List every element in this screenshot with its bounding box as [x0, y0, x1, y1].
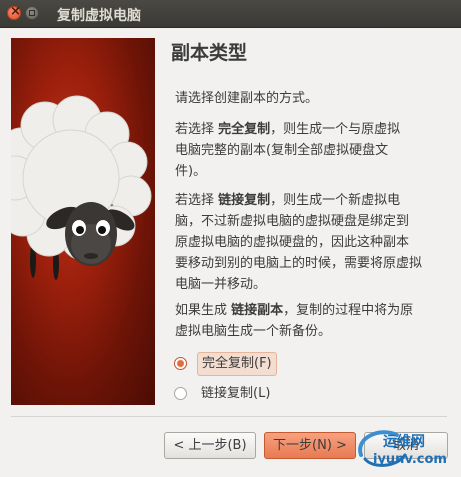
linked-clone-line2: 脑，不过新虚拟电脑的虚拟硬盘是绑定到	[175, 214, 410, 229]
title-bar: 复制虚拟电脑	[0, 0, 461, 28]
back-button[interactable]: < 上一步(B)	[164, 432, 256, 459]
sheep-artwork	[11, 38, 155, 405]
watermark-logo: 运维网 iyunv.com	[353, 425, 459, 473]
intro-text: 请选择创建副本的方式。	[175, 91, 319, 106]
radio-unselected-icon[interactable]	[174, 387, 187, 400]
full-clone-label[interactable]: 完全复制(F)	[197, 352, 277, 376]
radio-selected-icon[interactable]	[174, 357, 187, 370]
full-clone-description: 若选择 完全复制，则生成一个与原虚拟 电脑完整的副本(复制全部虚拟硬盘文 件)。	[175, 119, 447, 182]
linked-clone-prefix: 若选择	[175, 193, 219, 208]
watermark-url: iyunv.com	[373, 452, 447, 467]
full-clone-line2: 电脑完整的副本(复制全部虚拟硬盘文	[175, 143, 389, 158]
page-title: 副本类型	[171, 42, 248, 64]
close-icon[interactable]	[7, 4, 21, 20]
full-clone-line1: ，则生成一个与原虚拟	[270, 122, 401, 137]
linked-note-prefix: 如果生成	[175, 303, 232, 318]
window-title: 复制虚拟电脑	[57, 8, 141, 24]
full-clone-prefix: 若选择	[175, 122, 219, 137]
minimize-icon[interactable]	[25, 6, 39, 20]
full-clone-line3: 件)。	[175, 164, 207, 179]
full-clone-term: 完全复制	[218, 122, 271, 137]
watermark-text: 运维网	[383, 434, 425, 450]
linked-clone-line4: 要移动到别的电脑上的时候，需要将原虚拟	[175, 256, 423, 271]
linked-clone-line1: ，则生成一个新虚拟电	[270, 193, 401, 208]
sheep-icon	[11, 95, 152, 280]
linked-clone-line5: 电脑一并移动。	[175, 277, 267, 292]
linked-clone-description: 若选择 链接复制，则生成一个新虚拟电 脑，不过新虚拟电脑的虚拟硬盘是绑定到 原虚…	[175, 190, 447, 295]
linked-note: 如果生成 链接副本，复制的过程中将为原 虚拟电脑生成一个新备份。	[175, 300, 447, 342]
linked-note-line1: ，复制的过程中将为原	[283, 303, 414, 318]
linked-clone-term: 链接复制	[218, 193, 271, 208]
divider	[11, 416, 447, 417]
linked-note-line2: 虚拟电脑生成一个新备份。	[175, 324, 332, 339]
linked-clone-line3: 原虚拟电脑的虚拟硬盘的，因此这种副本	[175, 235, 410, 250]
next-button[interactable]: 下一步(N) >	[264, 432, 356, 459]
linked-clone-label[interactable]: 链接复制(L)	[197, 383, 274, 405]
linked-note-term: 链接副本	[231, 303, 284, 318]
